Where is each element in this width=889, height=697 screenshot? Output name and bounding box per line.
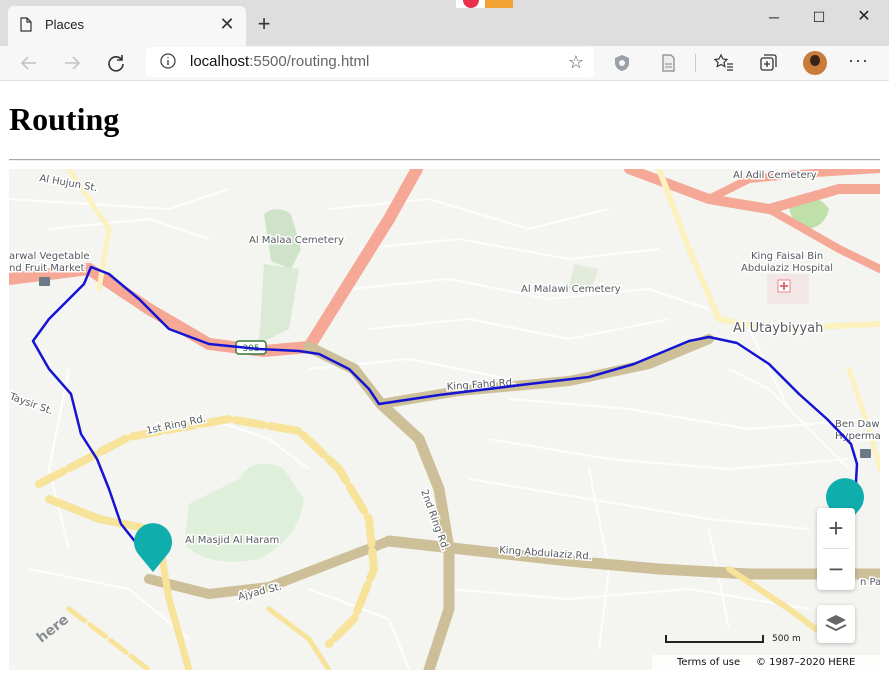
label-al-adil: Al Adil Cemetery: [733, 170, 817, 181]
refresh-button[interactable]: [101, 48, 131, 78]
minimize-button[interactable]: ─: [752, 6, 796, 28]
info-icon[interactable]: [160, 53, 176, 69]
zoom-out-button[interactable]: −: [817, 549, 855, 589]
extension-strip: [456, 0, 513, 8]
label-al-malaa: Al Malaa Cemetery: [249, 235, 344, 246]
market-icon: [39, 277, 50, 286]
favorites-icon[interactable]: [713, 52, 735, 74]
url-host: localhost: [190, 53, 250, 70]
close-window-button[interactable]: ✕: [842, 6, 886, 28]
profile-avatar[interactable]: [803, 51, 827, 75]
label-hospital-2: Abdulaziz Hospital: [741, 263, 833, 274]
address-bar[interactable]: localhost:5500/routing.html ☆: [146, 47, 594, 77]
new-tab-button[interactable]: +: [252, 12, 276, 36]
toolbar-separator: [695, 54, 696, 72]
tab-close-button[interactable]: ✕: [216, 13, 238, 35]
label-market-1: arwal Vegetable: [9, 251, 90, 262]
page-title: Routing: [9, 101, 120, 137]
label-ben-dawood-1: Ben Dawo: [835, 419, 880, 430]
label-hospital-1: King Faisal Bin: [751, 251, 823, 262]
copyright-text: © 1987–2020 HERE: [756, 657, 856, 668]
shop-icon: [860, 449, 871, 458]
arrow-right-icon: [65, 56, 81, 70]
map-canvas[interactable]: 305 Al Hujun St. Al Malaa Cemetery Al Ad…: [9, 169, 880, 670]
maximize-button[interactable]: ☐: [797, 6, 841, 28]
horizontal-rule: [9, 159, 880, 161]
scale-line: [665, 635, 764, 643]
label-market-2: nd Fruit Market: [9, 263, 85, 274]
label-masjid: Al Masjid Al Haram: [185, 535, 279, 546]
layers-button[interactable]: [817, 605, 855, 643]
arrow-left-icon: [20, 56, 36, 70]
favorite-star-icon[interactable]: ☆: [568, 52, 584, 73]
label-al-utaybiyyah: Al Utaybiyyah: [733, 321, 823, 336]
tab-places[interactable]: Places ✕: [8, 6, 246, 46]
refresh-icon: [108, 55, 124, 72]
browser-toolbar: localhost:5500/routing.html ☆ ···: [0, 46, 889, 81]
layers-icon: [825, 615, 847, 632]
zoom-in-button[interactable]: +: [817, 508, 855, 548]
map-attribution: Terms of use © 1987–2020 HERE: [652, 655, 880, 670]
url-text: localhost:5500/routing.html: [190, 53, 369, 70]
label-al-malawi: Al Malawi Cemetery: [521, 284, 621, 295]
page-icon: [20, 17, 32, 32]
shield-extension-icon[interactable]: [611, 52, 633, 74]
scale-label: 500 m: [772, 634, 801, 644]
back-button[interactable]: [14, 48, 44, 78]
zoom-control: + −: [817, 508, 855, 590]
map-view[interactable]: 305 Al Hujun St. Al Malaa Cemetery Al Ad…: [9, 169, 880, 670]
url-path: :5500/routing.html: [249, 53, 370, 70]
terms-of-use-link[interactable]: Terms of use: [677, 657, 740, 668]
more-menu-button[interactable]: ···: [848, 50, 869, 71]
collections-icon[interactable]: [757, 52, 779, 74]
forward-button[interactable]: [57, 48, 87, 78]
reader-view-icon[interactable]: [657, 52, 679, 74]
label-park: n Par: [860, 577, 880, 588]
browser-titlebar: Places ✕ + ─ ☐ ✕: [0, 0, 889, 46]
tab-title: Places: [45, 17, 85, 32]
